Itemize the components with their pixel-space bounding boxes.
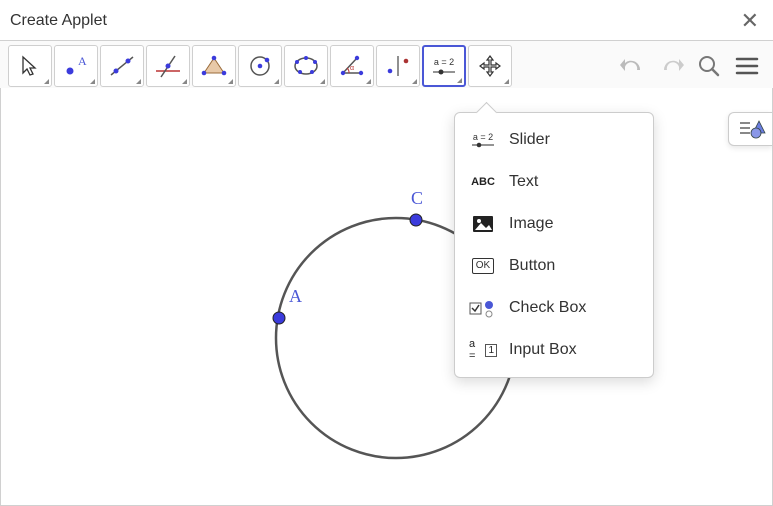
angle-icon: α [337, 53, 367, 79]
window-title: Create Applet [10, 12, 107, 30]
point-label-a: A [289, 286, 302, 307]
slider-tool-dropdown: a = 2 Slider ABC Text Image OK Button [454, 112, 654, 378]
perpendicular-line-tool[interactable] [146, 45, 190, 87]
construction-canvas [1, 88, 772, 505]
search-button[interactable] [691, 48, 727, 84]
slider-icon: a = 2 [469, 129, 497, 151]
dropdown-item-inputbox[interactable]: a =1 Input Box [455, 329, 653, 371]
titlebar: Create Applet ✕ [0, 0, 773, 40]
search-icon [696, 53, 722, 79]
menu-button[interactable] [729, 48, 765, 84]
move-arrows-icon [477, 53, 503, 79]
point-icon: A [61, 53, 91, 79]
svg-text:α: α [350, 65, 354, 72]
stylebar-icon [736, 118, 766, 140]
circle-tool[interactable] [238, 45, 282, 87]
dropdown-item-button[interactable]: OK Button [455, 245, 653, 287]
dropdown-label: Button [509, 257, 555, 275]
dropdown-item-text[interactable]: ABC Text [455, 161, 653, 203]
move-tool[interactable] [8, 45, 52, 87]
inputbox-icon: a =1 [469, 339, 497, 361]
svg-text:A: A [78, 54, 87, 68]
point-label-c: C [411, 188, 423, 209]
text-icon: ABC [469, 171, 497, 193]
reflect-tool[interactable] [376, 45, 420, 87]
circle-icon [245, 53, 275, 79]
button-icon: OK [469, 255, 497, 277]
undo-button[interactable] [615, 48, 651, 84]
polygon-icon [199, 53, 229, 79]
graphics-view[interactable]: A C [0, 88, 773, 506]
dropdown-item-checkbox[interactable]: Check Box [455, 287, 653, 329]
reflect-icon [383, 53, 413, 79]
dropdown-item-slider[interactable]: a = 2 Slider [455, 119, 653, 161]
hamburger-icon [735, 56, 759, 76]
angle-tool[interactable]: α [330, 45, 374, 87]
ellipse-conic-tool[interactable] [284, 45, 328, 87]
dropdown-label: Text [509, 173, 538, 191]
slider-tool[interactable]: a = 2 [422, 45, 466, 87]
checkbox-icon [469, 297, 497, 319]
dropdown-label: Image [509, 215, 553, 233]
cursor-icon [18, 54, 42, 78]
move-graphics-tool[interactable] [468, 45, 512, 87]
line-tool[interactable] [100, 45, 144, 87]
dropdown-item-image[interactable]: Image [455, 203, 653, 245]
dropdown-label: Input Box [509, 341, 577, 359]
point-tool[interactable]: A [54, 45, 98, 87]
perp-icon [153, 53, 183, 79]
style-bar-toggle[interactable] [728, 112, 772, 146]
ellipse-icon [291, 53, 321, 79]
line-icon [107, 53, 137, 79]
close-icon[interactable]: ✕ [741, 10, 759, 32]
polygon-tool[interactable] [192, 45, 236, 87]
undo-icon [618, 54, 648, 78]
dropdown-label: Slider [509, 131, 550, 149]
toolbar: A [0, 40, 773, 92]
slider-icon: a = 2 [431, 57, 457, 76]
image-icon [469, 213, 497, 235]
dropdown-label: Check Box [509, 299, 586, 317]
redo-icon [656, 54, 686, 78]
redo-button[interactable] [653, 48, 689, 84]
